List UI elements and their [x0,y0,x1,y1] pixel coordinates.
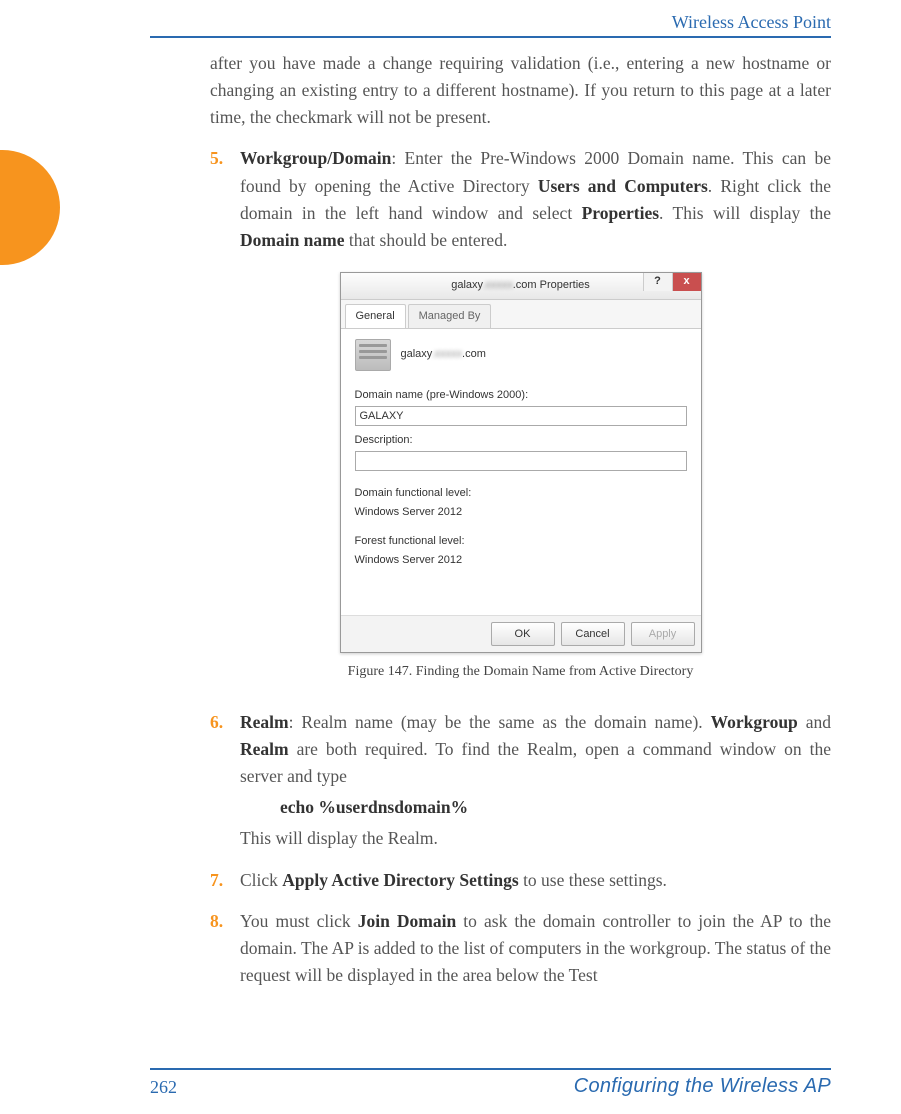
domain-name-input[interactable] [355,406,687,426]
list-item-6: 6. Realm: Realm name (may be the same as… [210,709,831,853]
dialog-title-buttons: ? x [643,273,701,291]
server-icon [355,339,391,371]
dialog-title: galaxy.xxxxx.com Properties [451,277,590,294]
label-description: Description: [355,432,687,449]
value-ffl: Windows Server 2012 [355,552,687,569]
main-content: after you have made a change requiring v… [210,50,831,989]
side-tab-decoration [0,150,60,265]
label-ffl: Forest functional level: [355,533,687,550]
close-button[interactable]: x [672,273,701,291]
apply-button[interactable]: Apply [631,622,695,646]
list-number: 5. [210,145,240,254]
command-text: echo %userdnsdomain% [280,794,831,821]
label-domain-name: Domain name (pre-Windows 2000): [355,387,687,404]
description-input[interactable] [355,451,687,471]
value-dfl: Windows Server 2012 [355,504,687,521]
cancel-button[interactable]: Cancel [561,622,625,646]
footer-rule [150,1068,831,1070]
intro-paragraph: after you have made a change requiring v… [210,50,831,131]
dialog-body: galaxy.xxxxx.com Domain name (pre-Window… [341,329,701,615]
tab-general[interactable]: General [345,304,406,328]
dialog-footer: OK Cancel Apply [341,615,701,652]
header-rule [150,36,831,38]
list-number: 8. [210,908,240,989]
list-body: You must click Join Domain to ask the do… [240,908,831,989]
list-body: Workgroup/Domain: Enter the Pre-Windows … [240,145,831,254]
dialog-titlebar: galaxy.xxxxx.com Properties ? x [341,273,701,300]
help-button[interactable]: ? [643,273,672,291]
list-body: Realm: Realm name (may be the same as th… [240,709,831,853]
dialog-tabs: General Managed By [341,300,701,329]
list-item-5: 5. Workgroup/Domain: Enter the Pre-Windo… [210,145,831,254]
list-item-7: 7. Click Apply Active Directory Settings… [210,867,831,894]
domain-fqdn: galaxy.xxxxx.com [401,346,486,363]
page-number: 262 [150,1077,177,1098]
running-header: Wireless Access Point [672,12,831,33]
tab-managed-by[interactable]: Managed By [408,304,492,328]
label-dfl: Domain functional level: [355,485,687,502]
list-number: 7. [210,867,240,894]
ok-button[interactable]: OK [491,622,555,646]
figure-caption: Figure 147. Finding the Domain Name from… [210,661,831,683]
list-item-8: 8. You must click Join Domain to ask the… [210,908,831,989]
properties-dialog: galaxy.xxxxx.com Properties ? x General … [340,272,702,653]
section-title: Configuring the Wireless AP [574,1075,831,1098]
list-number: 6. [210,709,240,853]
list-body: Click Apply Active Directory Settings to… [240,867,831,894]
figure-wrap: galaxy.xxxxx.com Properties ? x General … [210,272,831,683]
